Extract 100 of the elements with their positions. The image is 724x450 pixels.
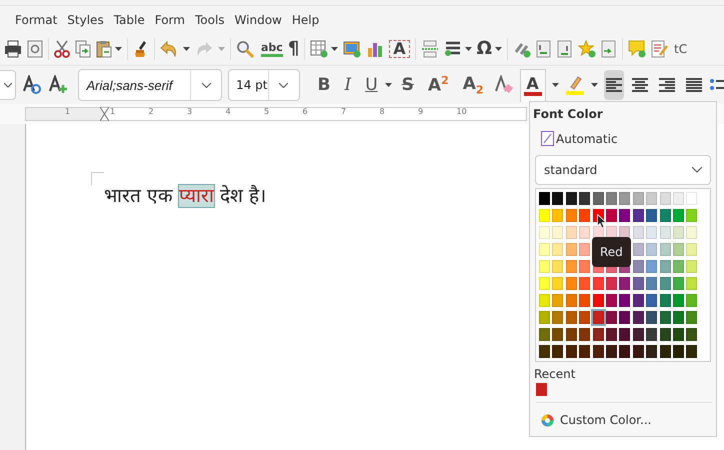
color-swatch[interactable] [552, 226, 564, 239]
color-swatch[interactable] [672, 209, 684, 222]
subscript-button[interactable]: A$_{2}$ [458, 74, 488, 96]
color-swatch[interactable] [619, 192, 630, 205]
color-swatch[interactable] [686, 277, 698, 290]
color-swatch[interactable] [686, 345, 698, 358]
color-swatch[interactable] [552, 277, 564, 290]
color-swatch[interactable] [579, 226, 590, 239]
menu-item[interactable]: Table [114, 12, 145, 26]
color-swatch[interactable] [566, 226, 577, 239]
color-swatch[interactable] [592, 277, 604, 290]
color-swatch[interactable] [660, 243, 671, 256]
color-swatch[interactable] [579, 209, 590, 222]
menu-item[interactable]: Tools [194, 12, 225, 26]
color-swatch[interactable] [579, 260, 590, 273]
color-swatch[interactable] [539, 277, 550, 290]
color-swatch[interactable] [660, 226, 671, 239]
superscript-button[interactable]: A$^{2}$ [424, 74, 453, 96]
bullet-list-icon[interactable] [710, 78, 724, 92]
caret-icon[interactable] [183, 47, 190, 51]
color-swatch[interactable] [672, 345, 684, 358]
color-swatch[interactable] [539, 260, 550, 273]
color-swatch[interactable] [660, 328, 671, 341]
color-swatch[interactable] [552, 328, 564, 341]
color-swatch[interactable] [552, 311, 564, 324]
caret-icon[interactable] [494, 47, 502, 51]
color-swatch[interactable] [672, 294, 684, 307]
palette-dropdown[interactable]: standard [535, 155, 711, 185]
color-swatch[interactable] [606, 328, 617, 341]
color-swatch[interactable] [619, 345, 630, 358]
color-swatch[interactable] [539, 209, 550, 222]
toolbar-label[interactable]: tC [674, 42, 688, 56]
caret-icon[interactable] [464, 47, 472, 51]
color-swatch[interactable] [660, 277, 671, 290]
color-swatch[interactable] [672, 260, 684, 273]
color-swatch[interactable] [632, 294, 644, 307]
color-swatch[interactable] [660, 192, 671, 205]
color-swatch[interactable] [539, 328, 550, 341]
color-swatch[interactable] [552, 209, 564, 222]
image-icon[interactable] [343, 40, 362, 58]
undo-icon[interactable] [160, 41, 178, 57]
copy-icon[interactable] [75, 40, 91, 58]
color-swatch[interactable] [646, 345, 658, 358]
spelling-button[interactable]: abc [261, 42, 283, 56]
color-swatch[interactable] [646, 209, 658, 222]
align-button[interactable] [604, 70, 624, 100]
color-swatch[interactable] [619, 294, 630, 307]
color-swatch[interactable] [660, 345, 671, 358]
color-swatch[interactable] [566, 328, 577, 341]
color-swatch[interactable] [606, 294, 617, 307]
color-swatch[interactable] [566, 260, 577, 273]
color-swatch[interactable] [592, 311, 604, 324]
color-swatch[interactable] [672, 311, 684, 324]
footnote-icon[interactable] [536, 40, 552, 58]
font-color-button[interactable]: A [520, 68, 546, 102]
color-swatch[interactable] [552, 345, 564, 358]
color-swatch[interactable] [579, 328, 590, 341]
color-swatch[interactable] [632, 209, 644, 222]
star-icon[interactable] [578, 40, 596, 58]
color-swatch[interactable] [619, 209, 630, 222]
color-swatch[interactable] [539, 192, 550, 205]
color-swatch[interactable] [606, 345, 617, 358]
track-changes-icon[interactable] [650, 40, 669, 58]
color-swatch[interactable] [686, 209, 698, 222]
color-swatch[interactable] [579, 294, 590, 307]
indent-marker-icon[interactable] [100, 107, 109, 121]
table-icon[interactable] [310, 40, 328, 58]
color-swatch[interactable] [539, 226, 550, 239]
color-swatch[interactable] [592, 328, 604, 341]
new-style-icon[interactable] [48, 75, 68, 95]
font-size-field[interactable]: 14 pt [228, 69, 300, 101]
color-swatch[interactable] [646, 243, 658, 256]
color-swatch[interactable] [686, 260, 698, 273]
color-swatch[interactable] [592, 345, 604, 358]
color-swatch[interactable] [592, 192, 604, 205]
paste-icon[interactable] [96, 40, 112, 58]
bar-chart-icon[interactable] [366, 40, 384, 58]
color-swatch[interactable] [606, 192, 617, 205]
color-swatch[interactable] [552, 243, 564, 256]
color-swatch[interactable] [566, 345, 577, 358]
color-swatch[interactable] [646, 260, 658, 273]
menu-item[interactable]: Help [292, 12, 320, 26]
color-swatch[interactable] [672, 243, 684, 256]
color-swatch[interactable] [632, 260, 644, 273]
caret-icon[interactable] [552, 83, 559, 87]
bold-button[interactable]: B [314, 75, 334, 95]
color-swatch[interactable] [566, 192, 577, 205]
menu-item[interactable]: Window [234, 12, 282, 26]
color-swatch[interactable] [579, 192, 590, 205]
find-replace-icon[interactable] [236, 40, 256, 58]
link-icon[interactable] [512, 40, 531, 58]
endnote-icon[interactable] [556, 40, 573, 58]
color-swatch[interactable] [539, 345, 550, 358]
update-style-icon[interactable] [22, 75, 42, 95]
italic-button[interactable]: I [340, 75, 356, 95]
color-swatch[interactable] [686, 328, 698, 341]
eraser-icon[interactable] [494, 75, 514, 95]
text-box-button[interactable]: A [389, 40, 410, 58]
scissors-icon[interactable] [54, 40, 70, 58]
color-swatch[interactable] [686, 226, 698, 239]
